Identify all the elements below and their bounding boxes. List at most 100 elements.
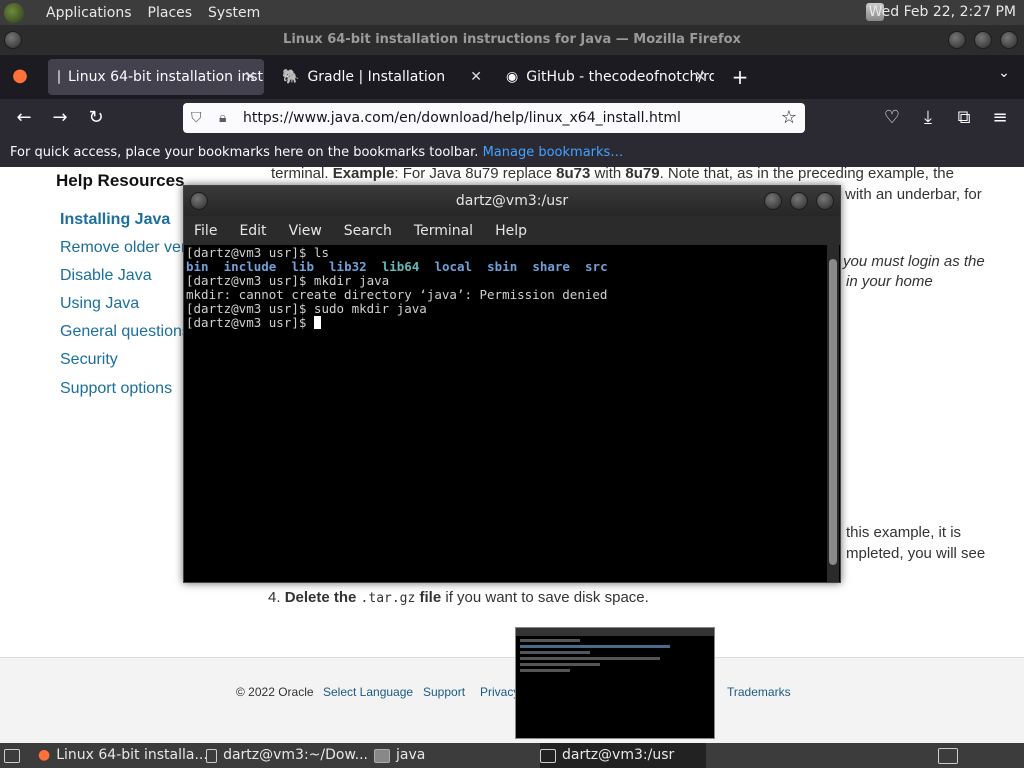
sidebar-link-installing-java[interactable]: Installing Java	[60, 211, 170, 229]
footer-copyright: © 2022 Oracle	[236, 685, 314, 699]
terminal-close-button[interactable]	[816, 192, 834, 210]
workspace-icon	[938, 747, 958, 764]
lock-icon[interactable]: 🔒︎	[219, 103, 226, 133]
taskbar-item-terminal-downloads[interactable]: dartz@vm3:~/Dow...	[206, 743, 368, 768]
sidebar-link-general-questions[interactable]: General questions	[60, 323, 190, 341]
tab-label: Linux 64-bit installation inst	[68, 69, 264, 85]
gradle-favicon-icon: 🐘	[282, 69, 300, 85]
navigation-bar: ← → ↻ ⛉ 🔒︎ https://www.java.com/en/downl…	[0, 99, 1024, 139]
forward-arrow-icon[interactable]: →	[48, 107, 72, 128]
terminal-menubar: File Edit View Search Terminal Help	[184, 216, 840, 245]
terminal-line: [dartz@vm3 usr]$ ls	[186, 245, 329, 260]
terminal-menu-search[interactable]: Search	[344, 223, 392, 239]
sidebar-link-support-options[interactable]: Support options	[60, 380, 172, 398]
show-desktop-button[interactable]	[4, 743, 20, 768]
terminal-menu-help[interactable]: Help	[495, 223, 527, 239]
footer-support[interactable]: Support	[423, 685, 465, 699]
extensions-icon[interactable]: ⧉	[952, 107, 976, 128]
url-bar[interactable]: ⛉ 🔒︎ https://www.java.com/en/download/he…	[183, 103, 805, 133]
preview-line	[520, 639, 580, 642]
desktop-icon	[4, 748, 20, 763]
preview-line	[520, 645, 670, 648]
terminal-minimize-button[interactable]	[764, 192, 782, 210]
article-line: you must login as the	[843, 253, 985, 270]
firefox-menu-icon[interactable]: ●	[8, 65, 32, 86]
shield-icon[interactable]: ⛉	[191, 103, 202, 133]
terminal-icon	[206, 748, 218, 763]
tab-java[interactable]: Linux 64-bit installation inst ✕	[48, 59, 264, 95]
manage-bookmarks-link[interactable]: Manage bookmarks…	[483, 145, 624, 160]
terminal-prompt: [dartz@vm3 usr]$	[186, 315, 314, 330]
github-favicon-icon: ◉	[506, 69, 519, 85]
terminal-menu-view[interactable]: View	[289, 223, 322, 239]
dir-entry: local	[434, 259, 473, 274]
gnome-logo-icon[interactable]	[4, 2, 24, 23]
window-title: Linux 64-bit installation instructions f…	[283, 32, 741, 47]
terminal-menu-edit[interactable]: Edit	[239, 223, 266, 239]
workspace-switcher[interactable]	[938, 743, 958, 768]
terminal-menu-file[interactable]: File	[194, 223, 217, 239]
system-menu[interactable]: System	[208, 5, 260, 21]
clock[interactable]: Wed Feb 22, 2:27 PM	[869, 4, 1016, 20]
close-button[interactable]	[1000, 31, 1018, 49]
close-tab-icon[interactable]: ✕	[694, 69, 706, 85]
close-tab-icon[interactable]: ✕	[244, 69, 256, 85]
bookmark-star-icon[interactable]: ☆	[781, 103, 797, 133]
dir-entry: include	[223, 259, 277, 274]
terminal-maximize-button[interactable]	[790, 192, 808, 210]
firefox-icon: ●	[38, 747, 51, 763]
terminal-window-menu-icon[interactable]	[190, 192, 208, 210]
url-text[interactable]: https://www.java.com/en/download/help/li…	[243, 110, 681, 126]
new-tab-icon[interactable]: +	[728, 65, 752, 89]
dir-entry: share	[532, 259, 570, 274]
close-tab-icon[interactable]: ✕	[470, 69, 482, 85]
help-resources-heading: Help Resources	[56, 171, 185, 190]
terminal-output[interactable]: [dartz@vm3 usr]$ ls bin include lib lib3…	[184, 245, 826, 582]
footer-select-language[interactable]: Select Language	[323, 685, 413, 699]
preview-line	[520, 669, 570, 672]
sidebar-link-disable-java[interactable]: Disable Java	[60, 267, 152, 285]
folder-icon	[374, 748, 390, 763]
downloads-icon[interactable]: ⤓	[916, 107, 940, 128]
tab-label: GitHub - thecodeofnotch/rd	[526, 69, 714, 85]
taskbar-label: Linux 64-bit installa...	[56, 747, 208, 763]
dir-entry: lib64	[381, 259, 420, 274]
maximize-button[interactable]	[974, 31, 992, 49]
taskbar-item-java-folder[interactable]: java	[374, 743, 536, 768]
taskbar-item-firefox[interactable]: ● Linux 64-bit installa...	[38, 743, 208, 768]
applications-menu[interactable]: Applications	[46, 5, 132, 21]
places-menu[interactable]: Places	[148, 5, 193, 21]
terminal-prompt-line: [dartz@vm3 usr]$	[186, 316, 824, 330]
terminal-title: dartz@vm3:/usr	[455, 193, 569, 209]
sidebar-link-security[interactable]: Security	[60, 351, 118, 369]
terminal-window[interactable]: dartz@vm3:/usr File Edit View Search Ter…	[183, 185, 841, 583]
window-preview-thumbnail[interactable]	[515, 627, 715, 739]
list-all-tabs-icon[interactable]: ⌄	[992, 65, 1016, 81]
hamburger-menu-icon[interactable]: ≡	[988, 107, 1012, 128]
minimize-button[interactable]	[948, 31, 966, 49]
page-footer: © 2022 Oracle Select Language Support Pr…	[0, 657, 1024, 743]
terminal-scrollbar-thumb[interactable]	[829, 259, 837, 565]
preview-line	[520, 657, 660, 660]
terminal-menu-terminal[interactable]: Terminal	[414, 223, 473, 239]
footer-trademarks[interactable]: Trademarks	[727, 685, 791, 699]
window-menu-icon[interactable]	[4, 31, 22, 49]
back-arrow-icon[interactable]: ←	[12, 107, 36, 128]
sidebar-link-remove-older[interactable]: Remove older vers	[60, 239, 194, 257]
top-panel: Applications Places System Wed Feb 22, 2…	[0, 0, 1024, 25]
reload-icon[interactable]: ↻	[84, 107, 108, 128]
bookmarks-hint: For quick access, place your bookmarks h…	[10, 145, 479, 160]
tab-github[interactable]: ◉ GitHub - thecodeofnotch/rd ✕	[496, 59, 714, 95]
footer-privacy[interactable]: Privacy	[480, 685, 519, 699]
taskbar-item-terminal-usr[interactable]: dartz@vm3:/usr	[540, 743, 706, 768]
article-line: in your home	[846, 273, 933, 290]
taskbar-label: dartz@vm3:/usr	[562, 747, 675, 763]
terminal-scrollbar[interactable]	[827, 245, 839, 582]
article-line: mpleted, you will see	[846, 545, 986, 562]
bookmarks-toolbar: For quick access, place your bookmarks h…	[0, 139, 1024, 167]
terminal-titlebar[interactable]: dartz@vm3:/usr	[184, 186, 840, 216]
sidebar-link-using-java[interactable]: Using Java	[60, 295, 139, 313]
pocket-icon[interactable]: ♡	[880, 107, 904, 128]
taskbar-label: java	[396, 747, 426, 763]
tab-gradle[interactable]: 🐘 Gradle | Installation ✕	[272, 59, 490, 95]
